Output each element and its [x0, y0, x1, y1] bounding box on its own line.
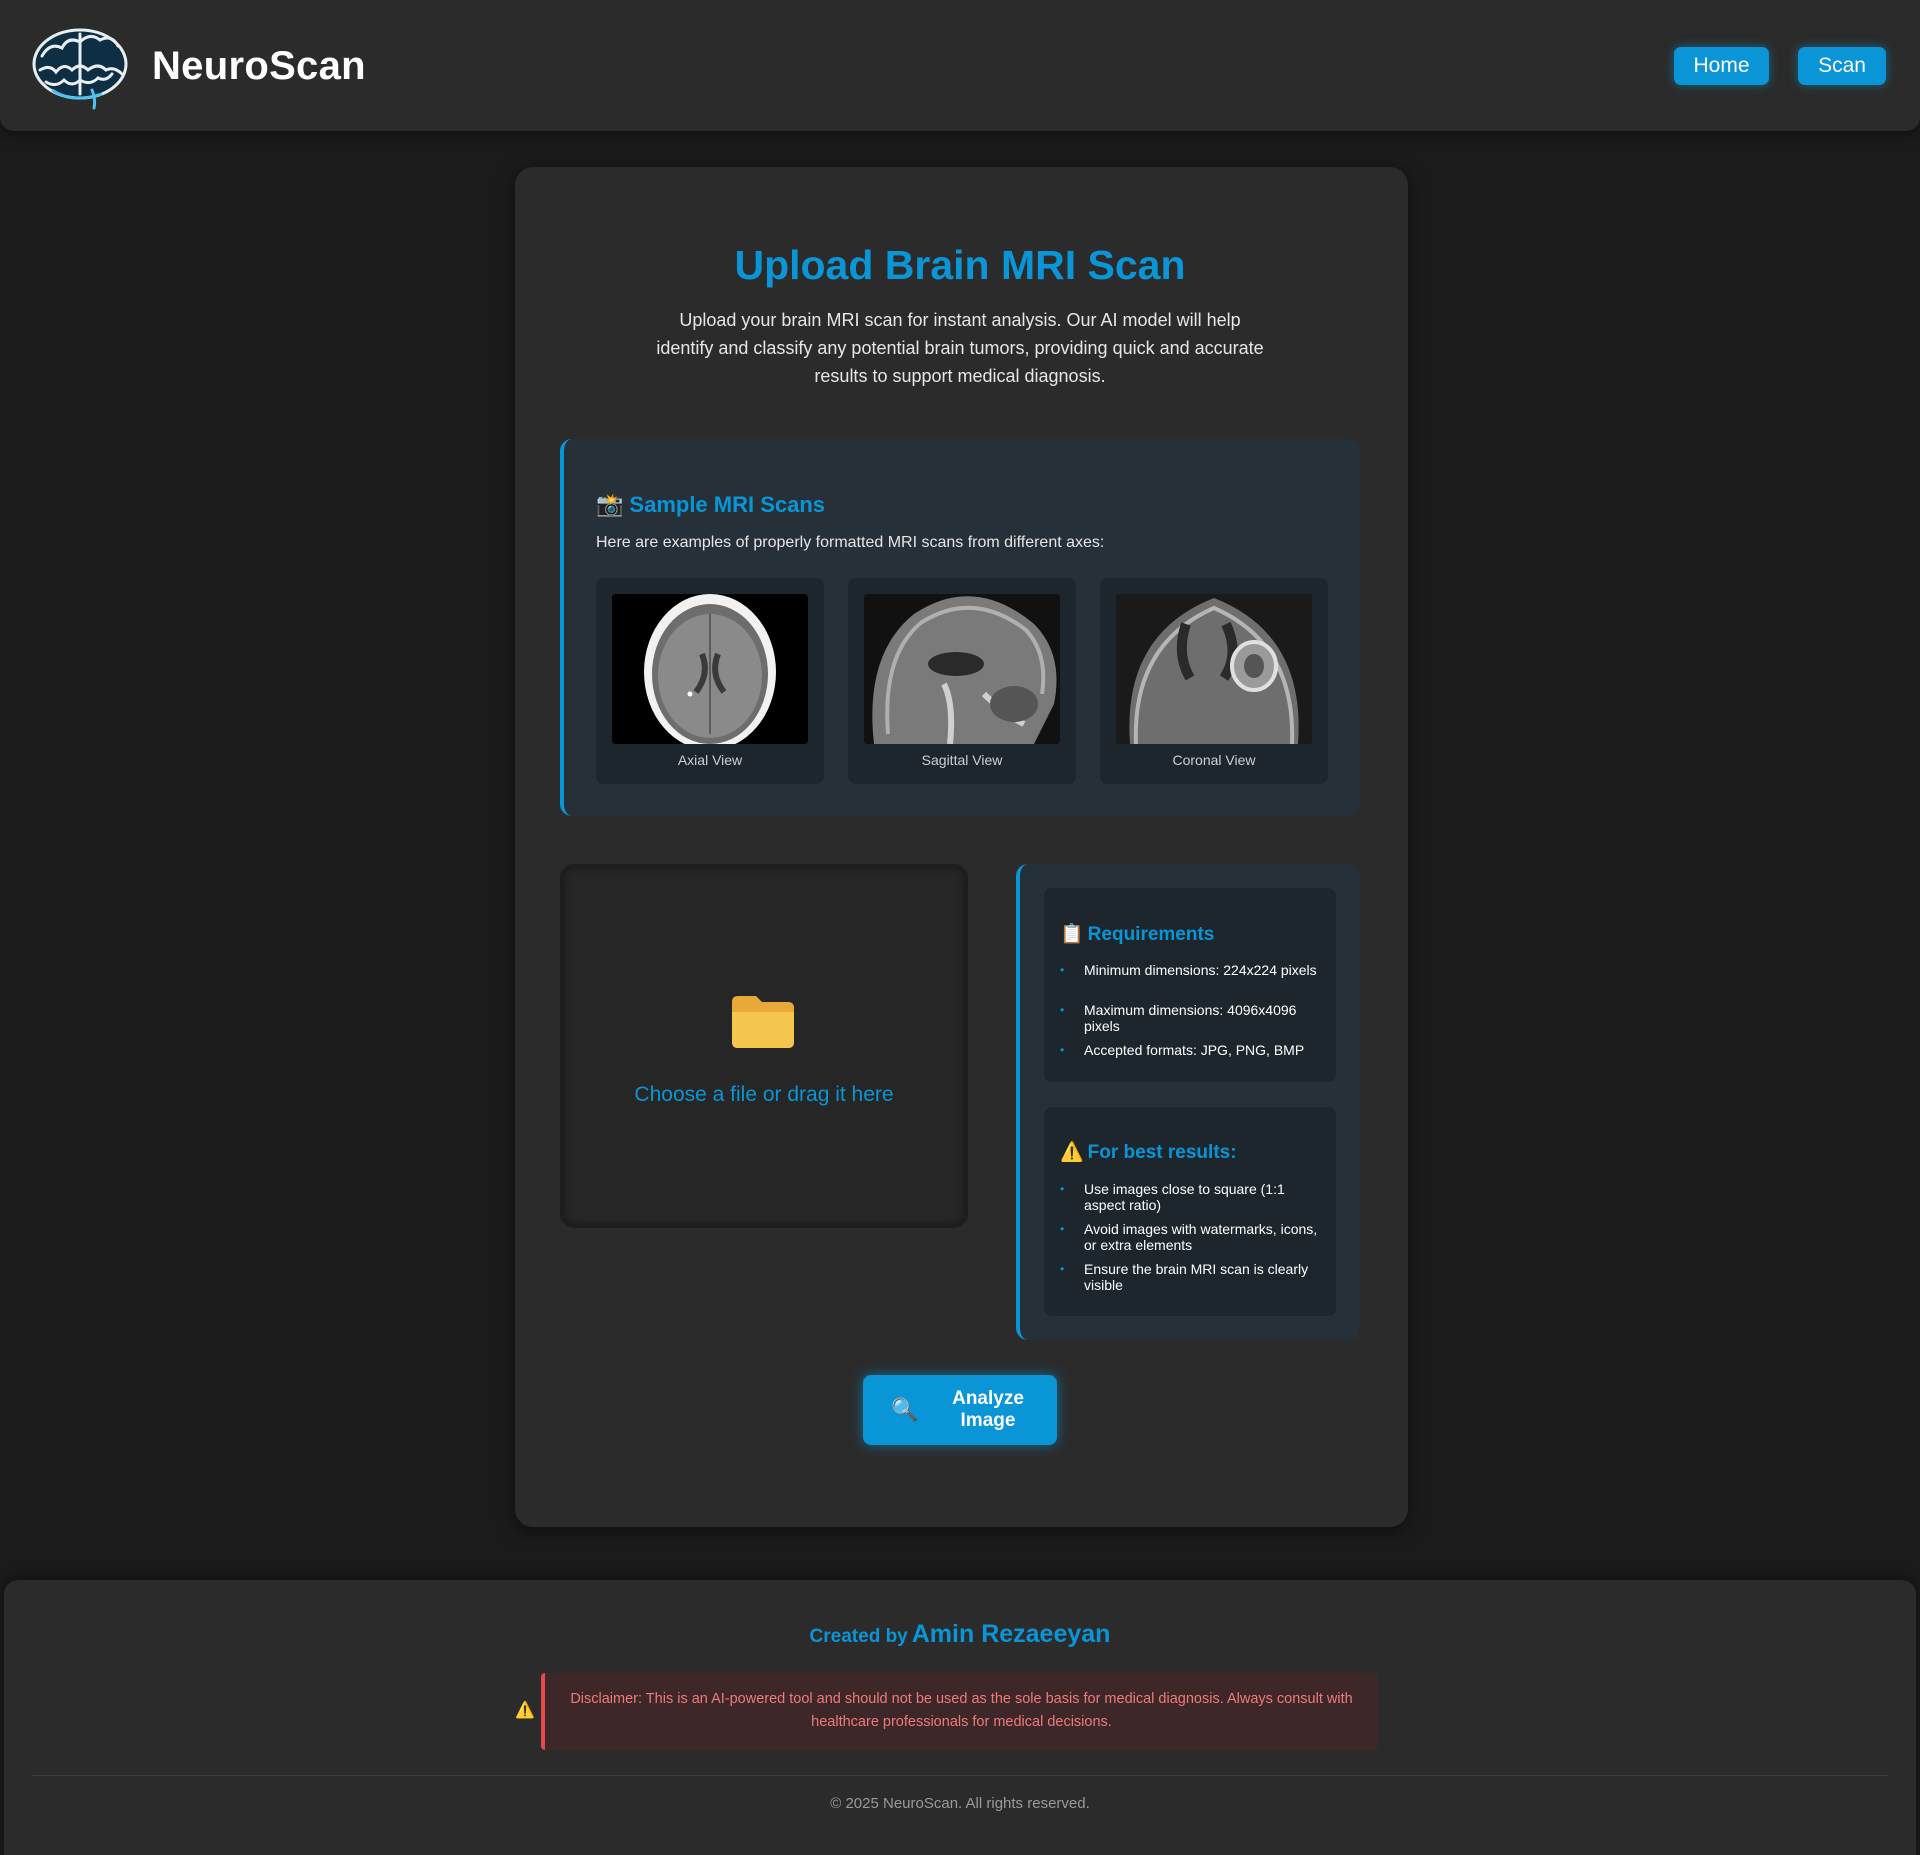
intro-text: Upload your brain MRI scan for instant a… [656, 310, 1264, 386]
best-results-title-text: For best results: [1087, 1142, 1237, 1163]
sample-scan-coronal: Coronal View [1100, 578, 1328, 784]
axial-scan-image [612, 594, 808, 744]
sample-scan-axial: Axial View [596, 578, 824, 784]
best-results-title: ⚠️ For best results: [1060, 1140, 1237, 1164]
scan-caption: Axial View [677, 752, 743, 768]
brain-icon[interactable] [32, 26, 132, 110]
nav-home-button[interactable]: Home [1674, 47, 1769, 85]
coronal-scan-image [1116, 594, 1312, 744]
sample-scans-title: 📸 Sample MRI Scans [596, 492, 825, 518]
nav-scan-button[interactable]: Scan [1798, 47, 1886, 85]
choose-file-link[interactable]: Choose a file or drag it here [560, 1083, 968, 1107]
footer-divider [32, 1775, 1888, 1776]
requirements-title-text: Requirements [1087, 924, 1215, 945]
clipboard-icon: 📋 [1060, 924, 1084, 945]
requirements-title: 📋 Requirements [1060, 922, 1214, 946]
bullet-icon: • [1060, 1222, 1065, 1236]
sample-scans-title-text: Sample MRI Scans [629, 492, 826, 517]
analyze-image-button[interactable]: 🔍 Analyze Image [863, 1375, 1057, 1445]
scan-caption: Sagittal View [921, 752, 1003, 768]
magnifier-icon: 🔍 [891, 1397, 919, 1422]
list-item-text: Maximum dimensions: 4096x4096 pixels [1084, 1002, 1297, 1034]
list-item: • Maximum dimensions: 4096x4096 pixels [1060, 1002, 1324, 1034]
list-item: • Minimum dimensions: 224x224 pixels [1060, 962, 1324, 978]
list-item: • Accepted formats: JPG, PNG, BMP [1060, 1042, 1324, 1058]
list-item-text: Ensure the brain MRI scan is clearly vis… [1084, 1261, 1309, 1293]
warning-icon: ⚠️ [1060, 1142, 1084, 1163]
folder-icon[interactable] [730, 992, 796, 1050]
sample-scan-sagittal: Sagittal View [848, 578, 1076, 784]
bullet-icon: • [1060, 1182, 1065, 1196]
bullet-icon: • [1060, 1003, 1065, 1017]
list-item-text: Minimum dimensions: 224x224 pixels [1084, 962, 1317, 978]
analyze-button-label: Analyze Image [952, 1388, 1024, 1431]
brand-title[interactable]: NeuroScan [152, 44, 366, 89]
camera-icon: 📸 [596, 492, 624, 517]
credit-line: Created by Amin Rezaeeyan [0, 1620, 1920, 1649]
created-by-label: Created by [809, 1626, 908, 1647]
bullet-icon: • [1060, 1262, 1065, 1276]
top-navbar: NeuroScan Home Scan [0, 0, 1920, 131]
sagittal-scan-image [864, 594, 1060, 744]
page-title: Upload Brain MRI Scan [734, 242, 1186, 288]
list-item: • Ensure the brain MRI scan is clearly vi… [1060, 1261, 1324, 1293]
copyright-text: © 2025 NeuroScan. All rights reserved. [830, 1795, 1090, 1812]
bullet-icon: • [1060, 1043, 1065, 1057]
list-item: • Avoid images with watermarks, icons, or… [1060, 1221, 1324, 1253]
list-item-text: Accepted formats: JPG, PNG, BMP [1084, 1042, 1305, 1058]
list-item: • Use images close to square (1:1 aspect … [1060, 1181, 1324, 1213]
list-item-text: Avoid images with watermarks, icons, or … [1084, 1221, 1318, 1253]
list-item-text: Use images close to square (1:1 aspect r… [1084, 1181, 1285, 1213]
scan-caption: Coronal View [1172, 752, 1256, 768]
sample-scans-description: Here are examples of properly formatted … [596, 534, 1105, 551]
disclaimer-text: Disclaimer: This is an AI-powered tool a… [541, 1673, 1378, 1750]
author-name[interactable]: Amin Rezaeeyan [912, 1620, 1111, 1648]
bullet-icon: • [1060, 963, 1065, 977]
warning-icon: ⚠️ [515, 1702, 535, 1719]
